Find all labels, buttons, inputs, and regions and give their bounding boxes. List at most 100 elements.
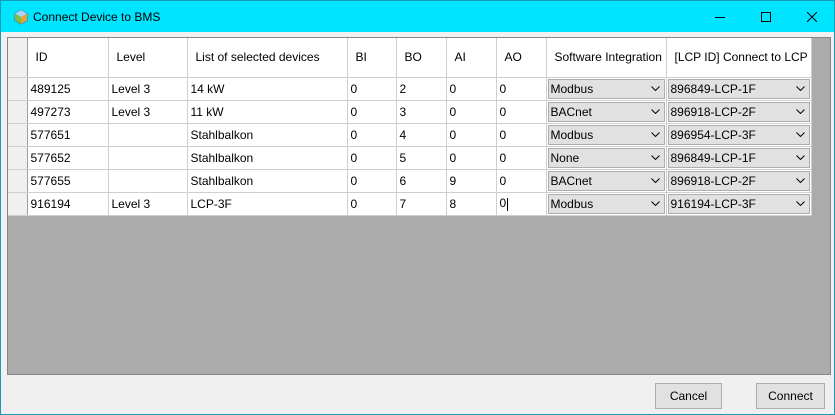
cell-bi[interactable]: 0 [347,169,397,193]
cell-ao[interactable]: 0 [496,169,547,193]
cell-ai[interactable]: 0 [446,146,497,170]
app-logo-icon [13,9,29,25]
cell-bo[interactable]: 4 [396,123,447,147]
lcp-dropdown[interactable]: 896849-LCP-1F [667,78,810,99]
cell-bo[interactable]: 3 [396,100,447,124]
lcp-dropdown[interactable]: 896849-LCP-1F [667,147,810,168]
cell-bo[interactable]: 7 [396,192,447,216]
cell-ao[interactable]: 0 [496,146,547,170]
cell-level[interactable] [108,146,188,170]
cell-ao[interactable]: 0 [496,100,547,124]
maximize-button[interactable] [743,1,789,32]
cell-device[interactable]: Stahlbalkon [187,169,348,193]
cell-ao[interactable]: 0 [496,77,547,101]
cell-id[interactable]: 916194 [27,192,109,216]
cell-id[interactable]: 577651 [27,123,109,147]
row-header[interactable] [8,77,28,101]
cell-level[interactable]: Level 3 [108,100,188,124]
close-button[interactable] [789,1,835,32]
chevron-down-icon[interactable] [793,126,809,144]
cell-bi[interactable]: 0 [347,146,397,170]
row-header[interactable] [8,169,28,193]
cell-level[interactable] [108,169,188,193]
column-header-ao[interactable]: AO [496,38,547,78]
row-header[interactable] [8,192,28,216]
software-integration-dropdown[interactable]: BACnet [547,170,665,191]
chevron-down-icon[interactable] [648,80,664,98]
chevron-down-icon[interactable] [793,195,809,213]
dropdown-value: None [550,150,580,165]
cell-id[interactable]: 577655 [27,169,109,193]
cell-connect-lcp: 916194-LCP-3F [666,192,812,216]
cell-device[interactable]: Stahlbalkon [187,146,348,170]
cell-level[interactable]: Level 3 [108,192,188,216]
device-table: ID Level List of selected devices BI BO … [8,38,812,216]
chevron-down-icon[interactable] [648,149,664,167]
cancel-button[interactable]: Cancel [655,383,722,409]
row-header[interactable] [8,123,28,147]
column-header-software-integration[interactable]: Software Integration [546,38,667,78]
software-integration-dropdown[interactable]: None [547,147,665,168]
software-integration-dropdown[interactable]: BACnet [547,101,665,122]
lcp-dropdown[interactable]: 896918-LCP-2F [667,101,810,122]
cell-bi[interactable]: 0 [347,100,397,124]
chevron-down-icon[interactable] [648,172,664,190]
cell-bo[interactable]: 2 [396,77,447,101]
connect-button[interactable]: Connect [756,383,825,409]
cell-ai[interactable]: 0 [446,77,497,101]
table-row: 577651 Stahlbalkon 0 4 0 0 Modbus 896954… [8,123,812,147]
minimize-button[interactable] [697,1,743,32]
cell-device[interactable]: 11 kW [187,100,348,124]
dropdown-value: BACnet [550,173,592,188]
column-header-ai[interactable]: AI [446,38,497,78]
column-header-id[interactable]: ID [27,38,109,78]
cell-ai[interactable]: 8 [446,192,497,216]
cell-id[interactable]: 577652 [27,146,109,170]
cell-ao[interactable]: 0 [496,123,547,147]
dropdown-value: 896849-LCP-1F [670,81,756,96]
cell-device[interactable]: Stahlbalkon [187,123,348,147]
cell-level[interactable]: Level 3 [108,77,188,101]
dropdown-value: 916194-LCP-3F [670,196,756,211]
cell-ao-editing[interactable]: 0 [496,192,547,216]
cell-bi[interactable]: 0 [347,77,397,101]
column-header-bi[interactable]: BI [347,38,397,78]
column-header-connect-lcp[interactable]: [LCP ID] Connect to LCP [666,38,812,78]
row-header[interactable] [8,146,28,170]
chevron-down-icon[interactable] [793,172,809,190]
chevron-down-icon[interactable] [648,126,664,144]
cell-id[interactable]: 497273 [27,100,109,124]
cell-device[interactable]: LCP-3F [187,192,348,216]
column-header-level[interactable]: Level [108,38,188,78]
chevron-down-icon[interactable] [648,195,664,213]
chevron-down-icon[interactable] [793,149,809,167]
cell-connect-lcp: 896849-LCP-1F [666,77,812,101]
cell-bi[interactable]: 0 [347,192,397,216]
lcp-dropdown[interactable]: 896954-LCP-3F [667,124,810,145]
software-integration-dropdown[interactable]: Modbus [547,193,665,214]
chevron-down-icon[interactable] [648,103,664,121]
chevron-down-icon[interactable] [793,103,809,121]
cell-ai[interactable]: 0 [446,100,497,124]
title-bar[interactable]: Connect Device to BMS [1,1,834,32]
cell-bo[interactable]: 6 [396,169,447,193]
software-integration-dropdown[interactable]: Modbus [547,124,665,145]
column-header-bo[interactable]: BO [396,38,447,78]
cell-connect-lcp: 896849-LCP-1F [666,146,812,170]
cell-ai[interactable]: 0 [446,123,497,147]
row-header[interactable] [8,100,28,124]
software-integration-dropdown[interactable]: Modbus [547,78,665,99]
cell-level[interactable] [108,123,188,147]
dropdown-value: Modbus [550,196,594,211]
lcp-dropdown[interactable]: 896918-LCP-2F [667,170,810,191]
chevron-down-icon[interactable] [793,80,809,98]
cell-device[interactable]: 14 kW [187,77,348,101]
column-header-devices[interactable]: List of selected devices [187,38,348,78]
cell-bi[interactable]: 0 [347,123,397,147]
cell-ai[interactable]: 9 [446,169,497,193]
device-grid[interactable]: ID Level List of selected devices BI BO … [7,37,831,375]
cell-bo[interactable]: 5 [396,146,447,170]
table-row: 577652 Stahlbalkon 0 5 0 0 None 896849-L… [8,146,812,170]
lcp-dropdown[interactable]: 916194-LCP-3F [667,193,810,214]
cell-id[interactable]: 489125 [27,77,109,101]
